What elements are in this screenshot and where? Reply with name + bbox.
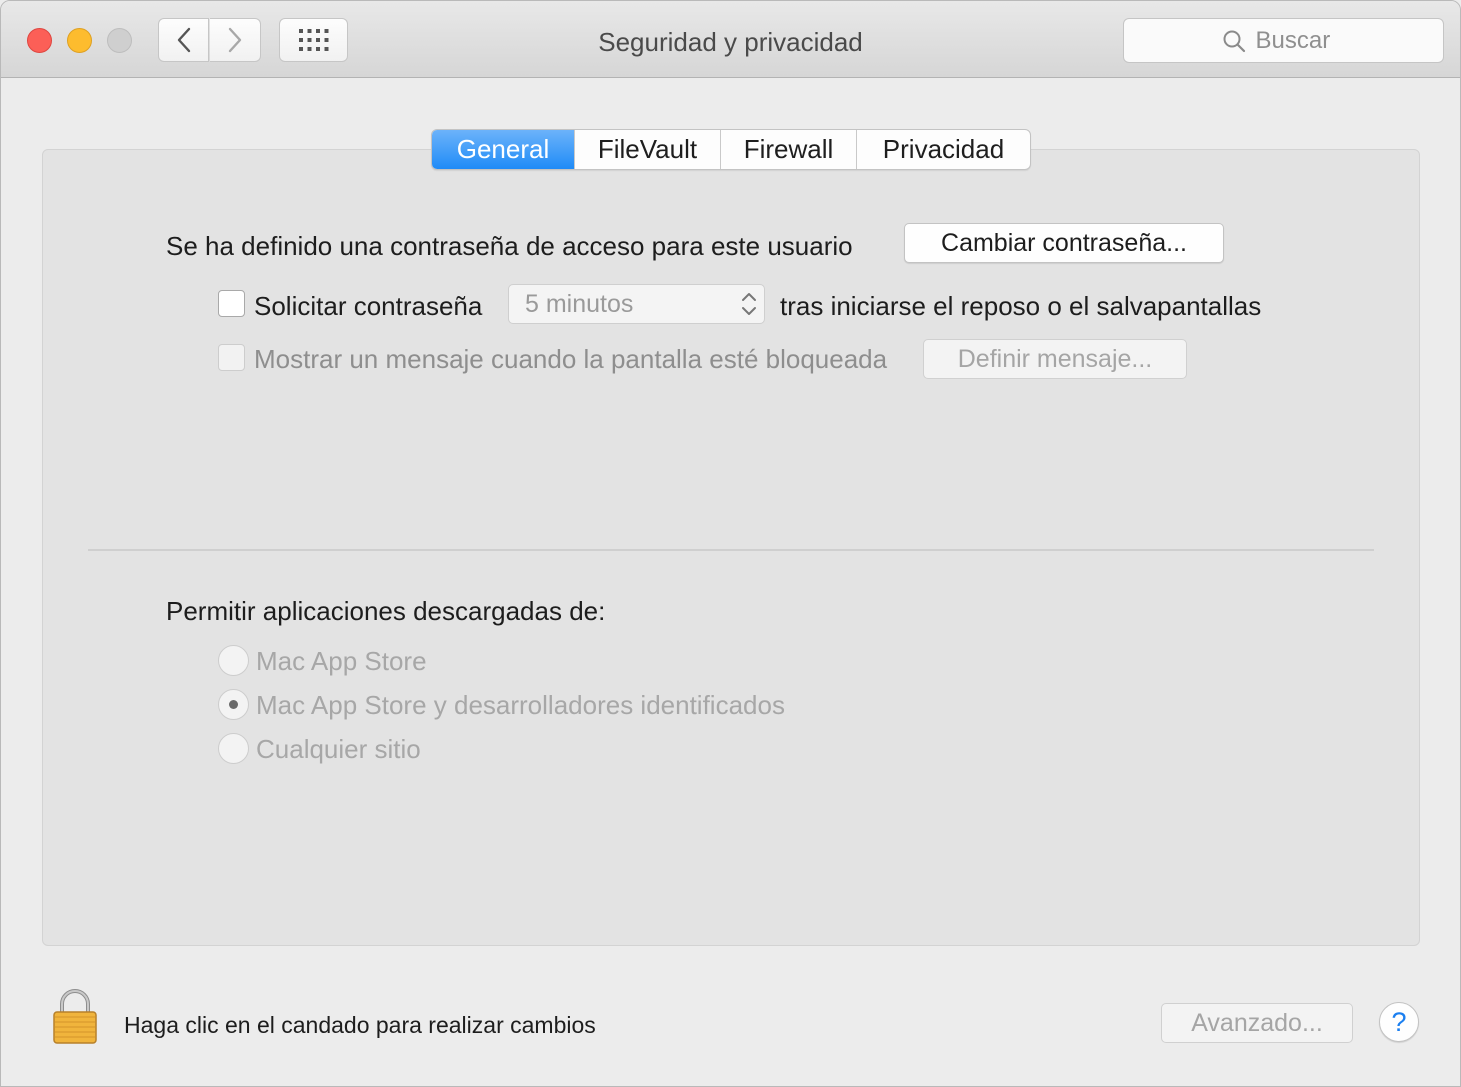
radio-anywhere[interactable] xyxy=(218,733,249,764)
password-set-label: Se ha definido una contraseña de acceso … xyxy=(166,231,853,261)
search-input[interactable] xyxy=(1255,26,1346,55)
updown-arrows-icon xyxy=(742,293,756,315)
password-delay-select[interactable]: 5 minutos xyxy=(508,284,765,324)
change-password-button[interactable]: Cambiar contraseña... xyxy=(904,223,1224,263)
set-message-button[interactable]: Definir mensaje... xyxy=(923,339,1187,379)
advanced-button[interactable]: Avanzado... xyxy=(1161,1003,1353,1043)
password-delay-value: 5 minutos xyxy=(525,289,634,318)
tab-general[interactable]: General xyxy=(432,130,575,169)
lock-button[interactable] xyxy=(52,989,98,1050)
tab-privacidad[interactable]: Privacidad xyxy=(857,130,1030,169)
tab-filevault[interactable]: FileVault xyxy=(575,130,721,169)
radio-identified-developers-label: Mac App Store y desarrolladores identifi… xyxy=(256,690,785,720)
require-password-label: Solicitar contraseña xyxy=(254,291,483,321)
radio-anywhere-label: Cualquier sitio xyxy=(256,734,421,764)
downloads-heading: Permitir aplicaciones descargadas de: xyxy=(166,596,606,626)
preferences-window: Seguridad y privacidad General FileVault… xyxy=(0,0,1461,1087)
require-password-suffix: tras iniciarse el reposo o el salvapanta… xyxy=(780,291,1262,321)
require-password-checkbox[interactable] xyxy=(218,290,245,317)
radio-selected-dot xyxy=(229,700,238,709)
radio-mac-app-store-label: Mac App Store xyxy=(256,646,427,676)
section-divider xyxy=(88,549,1374,551)
lock-hint-label: Haga clic en el candado para realizar ca… xyxy=(124,1012,596,1038)
content-panel xyxy=(42,149,1420,946)
lock-icon xyxy=(53,989,97,1044)
lock-message-label: Mostrar un mensaje cuando la pantalla es… xyxy=(254,344,888,374)
search-icon xyxy=(1223,30,1245,52)
radio-mac-app-store[interactable] xyxy=(218,645,249,676)
tab-bar: General FileVault Firewall Privacidad xyxy=(431,129,1031,170)
tab-firewall[interactable]: Firewall xyxy=(721,130,857,169)
search-field[interactable] xyxy=(1123,18,1444,63)
help-button[interactable]: ? xyxy=(1379,1002,1419,1042)
radio-identified-developers[interactable] xyxy=(218,689,249,720)
lock-message-checkbox[interactable] xyxy=(218,344,245,371)
title-bar: Seguridad y privacidad xyxy=(1,1,1460,78)
